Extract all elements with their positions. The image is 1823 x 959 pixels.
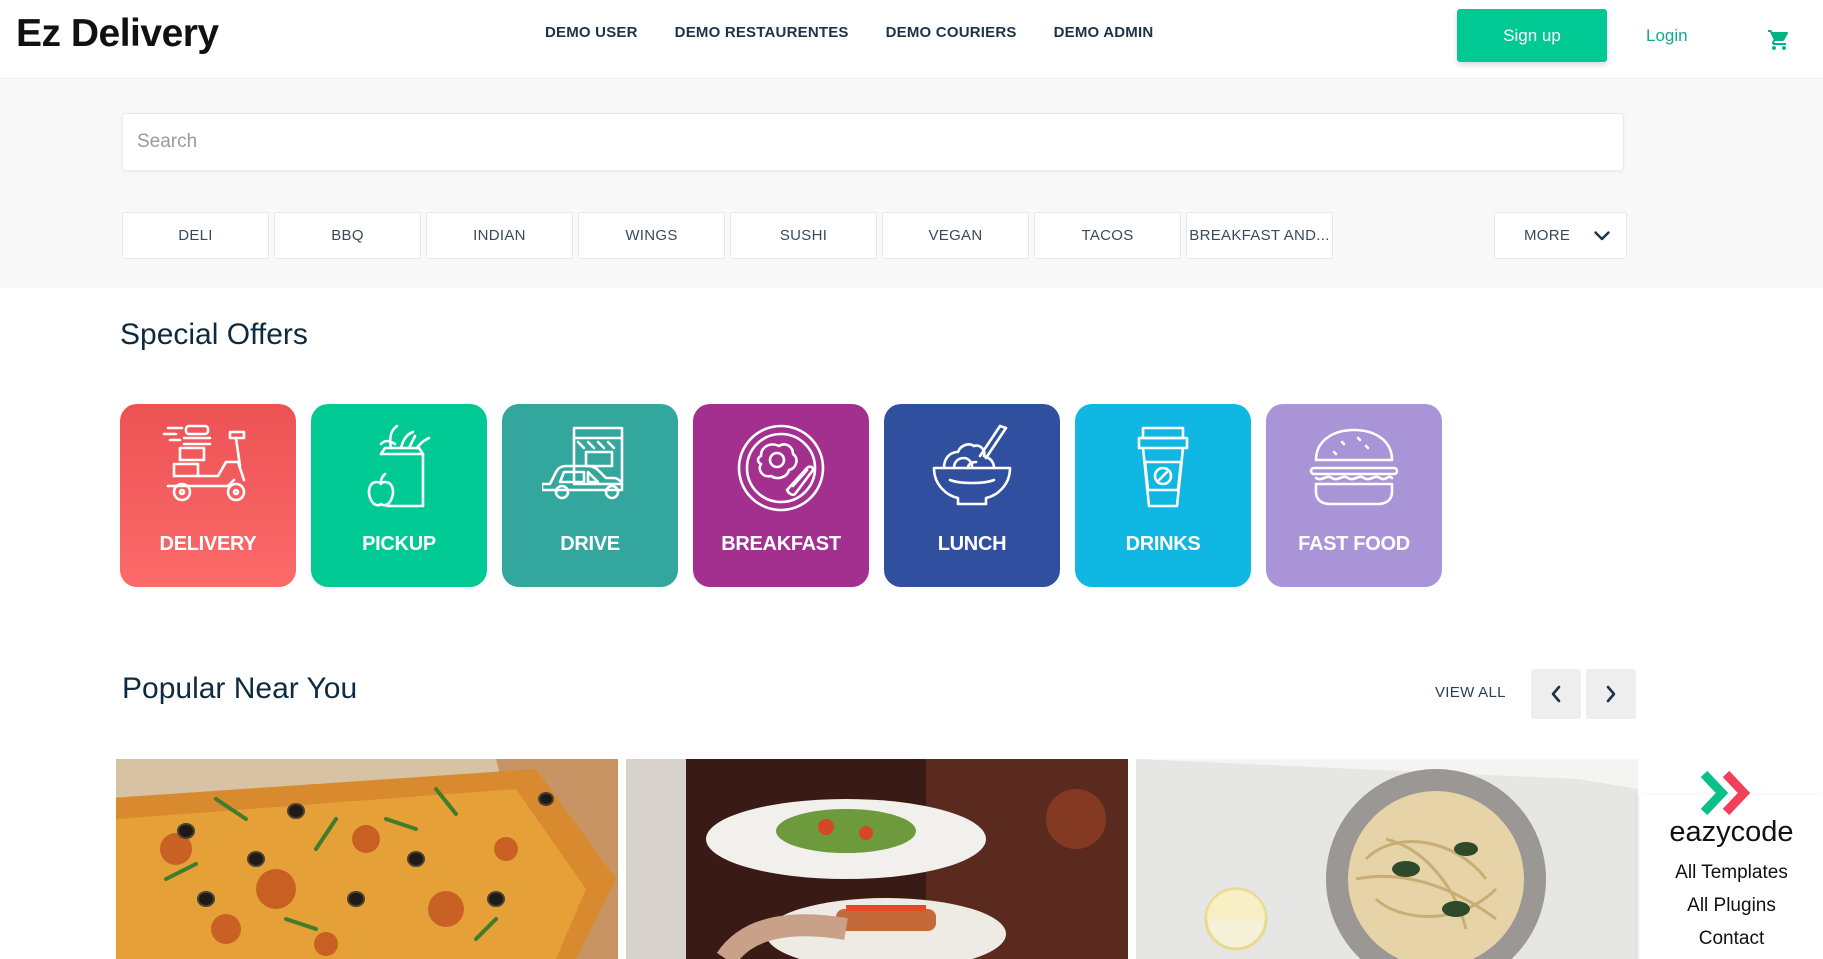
offer-label: LUNCH <box>937 533 1007 555</box>
chevron-left-icon <box>1551 685 1561 703</box>
popular-title: Popular Near You <box>122 672 358 705</box>
popular-cards <box>116 759 1646 959</box>
coffee-cup-icon <box>1137 426 1189 508</box>
header: Ez Delivery DEMO USER DEMO RESTAURENTES … <box>0 0 1823 79</box>
pasta-bowl-image <box>1136 759 1638 959</box>
offer-label: BREAKFAST <box>721 533 841 555</box>
offer-label: DRINKS <box>1125 533 1201 555</box>
search-input[interactable] <box>122 113 1624 171</box>
restaurant-dishes-image <box>626 759 1128 959</box>
chevron-down-icon <box>1594 230 1610 240</box>
offer-label: FAST FOOD <box>1298 533 1410 555</box>
drive-thru-car-icon <box>542 426 624 500</box>
restaurant-card[interactable] <box>116 759 618 959</box>
eazycode-brand: eazycode <box>1669 816 1794 848</box>
restaurant-card[interactable] <box>626 759 1128 959</box>
eazycode-logo-icon <box>1700 770 1751 816</box>
offer-delivery[interactable]: DELIVERY <box>120 404 296 587</box>
noodle-bowl-icon <box>932 424 1012 506</box>
category-sushi[interactable]: SUSHI <box>730 212 877 259</box>
offer-fast-food[interactable]: FAST FOOD <box>1266 404 1442 587</box>
signup-button[interactable]: Sign up <box>1457 9 1607 62</box>
category-wings[interactable]: WINGS <box>578 212 725 259</box>
carousel-prev-button[interactable] <box>1531 669 1581 719</box>
category-tacos[interactable]: TACOS <box>1034 212 1181 259</box>
chevron-right-icon <box>1606 685 1616 703</box>
special-offers-list: DELIVERY PICKUP DRIVE BREAKFAST LUNCH DR… <box>120 404 1457 587</box>
category-deli[interactable]: DELI <box>122 212 269 259</box>
offer-breakfast[interactable]: BREAKFAST <box>693 404 869 587</box>
offer-label: DRIVE <box>560 533 620 555</box>
search-section: DELI BBQ INDIAN WINGS SUSHI VEGAN TACOS … <box>0 79 1823 288</box>
offer-drive[interactable]: DRIVE <box>502 404 678 587</box>
category-indian[interactable]: INDIAN <box>426 212 573 259</box>
restaurant-card[interactable] <box>1136 759 1638 959</box>
nav-demo-restaurants[interactable]: DEMO RESTAURENTES <box>675 24 849 41</box>
category-bbq[interactable]: BBQ <box>274 212 421 259</box>
offer-label: PICKUP <box>362 533 436 555</box>
nav-demo-couriers[interactable]: DEMO COURIERS <box>886 24 1017 41</box>
offer-drinks[interactable]: DRINKS <box>1075 404 1251 587</box>
widget-link-plugins[interactable]: All Plugins <box>1640 895 1823 917</box>
more-categories-dropdown[interactable]: MORE <box>1494 212 1627 259</box>
nav-demo-user[interactable]: DEMO USER <box>545 24 638 41</box>
category-breakfast[interactable]: BREAKFAST AND... <box>1186 212 1333 259</box>
offer-lunch[interactable]: LUNCH <box>884 404 1060 587</box>
top-nav: DEMO USER DEMO RESTAURENTES DEMO COURIER… <box>545 24 1190 41</box>
view-all-link[interactable]: VIEW ALL <box>1435 684 1506 701</box>
pizza-image <box>116 759 618 959</box>
widget-link-templates[interactable]: All Templates <box>1640 862 1823 884</box>
login-link[interactable]: Login <box>1646 26 1688 46</box>
cart-icon[interactable] <box>1767 28 1791 52</box>
widget-link-contact[interactable]: Contact <box>1640 928 1823 950</box>
egg-bacon-plate-icon <box>737 424 825 512</box>
offer-pickup[interactable]: PICKUP <box>311 404 487 587</box>
burger-icon <box>1309 428 1399 506</box>
eazycode-widget[interactable]: eazycode All Templates All Plugins Conta… <box>1640 770 1823 959</box>
category-vegan[interactable]: VEGAN <box>882 212 1029 259</box>
category-list: DELI BBQ INDIAN WINGS SUSHI VEGAN TACOS … <box>122 212 1338 259</box>
scooter-icon <box>162 424 246 502</box>
more-label: MORE <box>1524 227 1571 244</box>
grocery-bag-icon <box>367 424 431 508</box>
logo[interactable]: Ez Delivery <box>16 12 219 56</box>
nav-demo-admin[interactable]: DEMO ADMIN <box>1054 24 1154 41</box>
offer-label: DELIVERY <box>159 533 257 555</box>
special-offers-title: Special Offers <box>120 318 308 351</box>
carousel-next-button[interactable] <box>1586 669 1636 719</box>
